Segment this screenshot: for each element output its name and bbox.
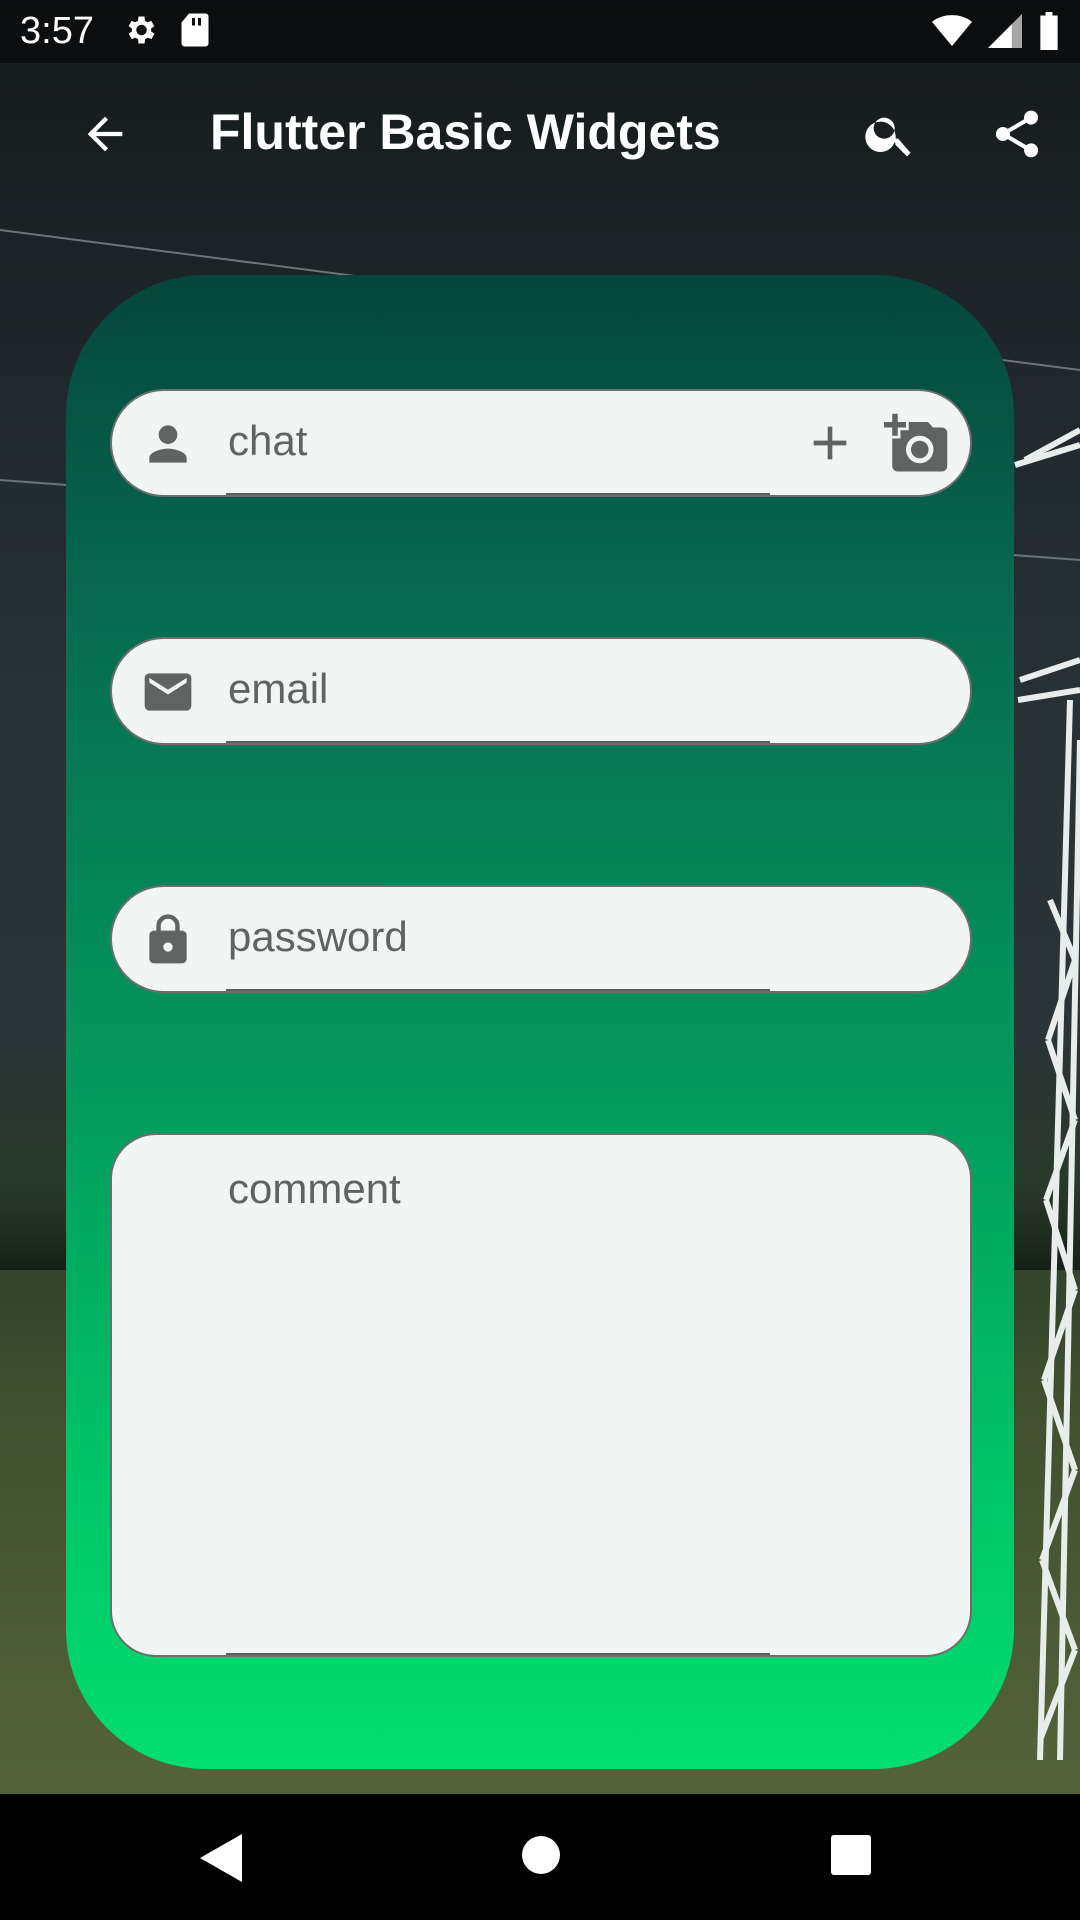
settings-icon — [122, 12, 158, 52]
battery-icon — [1038, 12, 1060, 54]
chat-field[interactable]: chat — [110, 389, 972, 497]
chat-placeholder: chat — [228, 417, 308, 464]
arrow-back-icon — [79, 108, 131, 164]
page-title: Flutter Basic Widgets — [210, 104, 721, 160]
add-icon[interactable] — [802, 415, 858, 475]
password-field[interactable]: password — [110, 885, 972, 993]
share-icon — [989, 106, 1045, 166]
comment-placeholder: comment — [228, 1165, 401, 1212]
person-icon — [140, 416, 196, 472]
status-bar: 3:57 — [0, 0, 1080, 63]
comment-underline — [226, 1653, 770, 1655]
wifi-icon — [932, 14, 972, 52]
search-button[interactable] — [842, 88, 938, 184]
add-photo-icon[interactable] — [884, 411, 950, 481]
form-card: chat email password comment — [66, 275, 1014, 1769]
comment-textarea[interactable]: comment — [110, 1133, 972, 1657]
system-nav-bar — [0, 1794, 1080, 1920]
email-field[interactable]: email — [110, 637, 972, 745]
back-triangle-icon[interactable] — [200, 1834, 246, 1886]
password-underline — [226, 989, 770, 991]
lock-icon — [140, 912, 196, 968]
sd-card-icon — [180, 12, 210, 52]
mail-icon — [140, 664, 196, 720]
chat-underline — [226, 493, 770, 495]
email-underline — [226, 741, 770, 743]
email-placeholder: email — [228, 665, 329, 712]
app-bar: Flutter Basic Widgets — [0, 63, 1080, 210]
signal-icon — [988, 14, 1022, 52]
status-time: 3:57 — [20, 10, 94, 52]
recents-square-icon[interactable] — [830, 1834, 872, 1880]
home-circle-icon[interactable] — [520, 1834, 562, 1880]
back-button[interactable] — [57, 88, 153, 184]
search-icon — [862, 106, 918, 166]
share-button[interactable] — [969, 88, 1065, 184]
password-placeholder: password — [228, 913, 408, 960]
